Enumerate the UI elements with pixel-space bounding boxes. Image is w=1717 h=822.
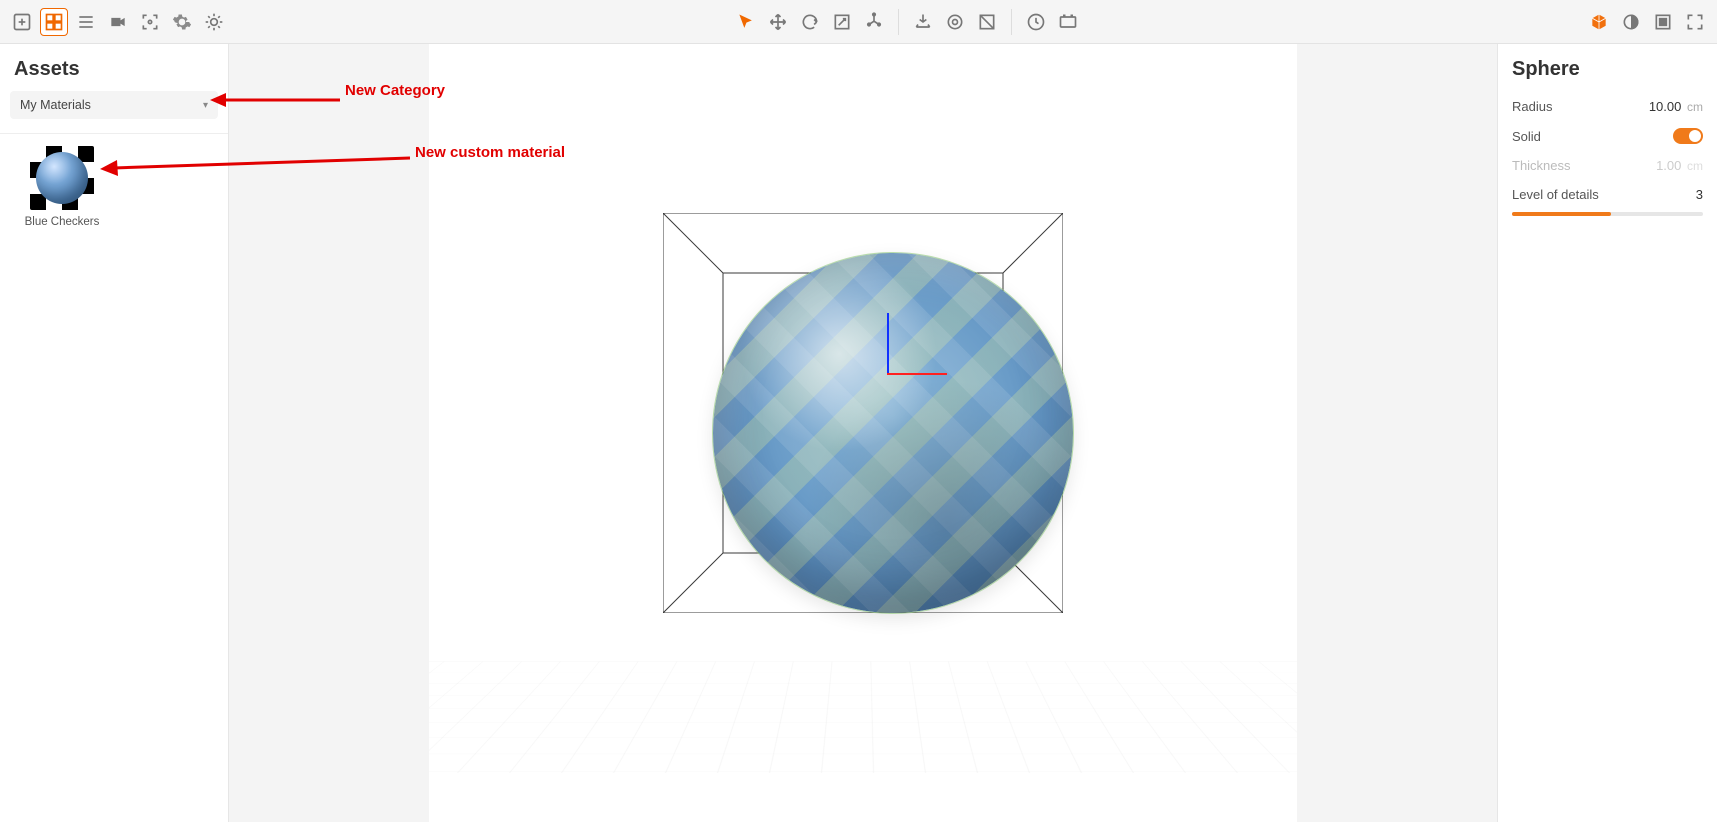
viewport[interactable] bbox=[229, 44, 1497, 822]
window-icon[interactable] bbox=[1649, 8, 1677, 36]
snap-ground-icon[interactable] bbox=[909, 8, 937, 36]
solid-toggle[interactable] bbox=[1673, 128, 1703, 144]
category-selected: My Materials bbox=[20, 98, 91, 112]
thickness-value: 1.00 bbox=[1656, 158, 1681, 173]
add-icon[interactable] bbox=[8, 8, 36, 36]
radius-row[interactable]: Radius 10.00 cm bbox=[1512, 99, 1703, 114]
object-name: Sphere bbox=[1512, 58, 1703, 81]
lod-row: Level of details 3 bbox=[1512, 187, 1703, 202]
solid-row: Solid bbox=[1512, 128, 1703, 144]
chevron-down-icon: ▾ bbox=[203, 100, 208, 111]
brightness-icon[interactable] bbox=[200, 8, 228, 36]
asset-item[interactable]: Blue Checkers bbox=[18, 146, 106, 228]
top-toolbar bbox=[0, 0, 1717, 44]
properties-panel: Sphere Radius 10.00 cm Solid Thickness 1… bbox=[1497, 44, 1717, 822]
render-icon[interactable] bbox=[1054, 8, 1082, 36]
radius-unit: cm bbox=[1687, 100, 1703, 114]
transform-icon[interactable] bbox=[860, 8, 888, 36]
floor-grid bbox=[429, 662, 1297, 773]
asset-thumbnail bbox=[30, 146, 94, 210]
assets-title: Assets bbox=[0, 44, 228, 91]
thickness-label: Thickness bbox=[1512, 158, 1571, 173]
fullscreen-icon[interactable] bbox=[1681, 8, 1709, 36]
assets-panel: Assets My Materials ▾ Blue Checkers bbox=[0, 44, 229, 822]
scale-icon[interactable] bbox=[828, 8, 856, 36]
camera-icon[interactable] bbox=[104, 8, 132, 36]
lod-label: Level of details bbox=[1512, 187, 1599, 202]
category-dropdown[interactable]: My Materials ▾ bbox=[10, 91, 218, 119]
settings-icon[interactable] bbox=[168, 8, 196, 36]
move-icon[interactable] bbox=[764, 8, 792, 36]
thickness-row: Thickness 1.00 cm bbox=[1512, 158, 1703, 173]
list-icon[interactable] bbox=[72, 8, 100, 36]
focus-icon[interactable] bbox=[136, 8, 164, 36]
history-icon[interactable] bbox=[1022, 8, 1050, 36]
sphere-object[interactable] bbox=[713, 253, 1073, 613]
box-view-icon[interactable] bbox=[1585, 8, 1613, 36]
shading-icon[interactable] bbox=[1617, 8, 1645, 36]
asset-label: Blue Checkers bbox=[18, 216, 106, 228]
lod-value: 3 bbox=[1696, 187, 1703, 202]
snap-icon[interactable] bbox=[941, 8, 969, 36]
lod-slider[interactable] bbox=[1512, 212, 1703, 216]
rotate-icon[interactable] bbox=[796, 8, 824, 36]
radius-value[interactable]: 10.00 bbox=[1649, 99, 1682, 114]
select-icon[interactable] bbox=[732, 8, 760, 36]
solid-label: Solid bbox=[1512, 129, 1541, 144]
radius-label: Radius bbox=[1512, 99, 1552, 114]
thickness-unit: cm bbox=[1687, 159, 1703, 173]
plane-icon[interactable] bbox=[973, 8, 1001, 36]
grid-icon[interactable] bbox=[40, 8, 68, 36]
